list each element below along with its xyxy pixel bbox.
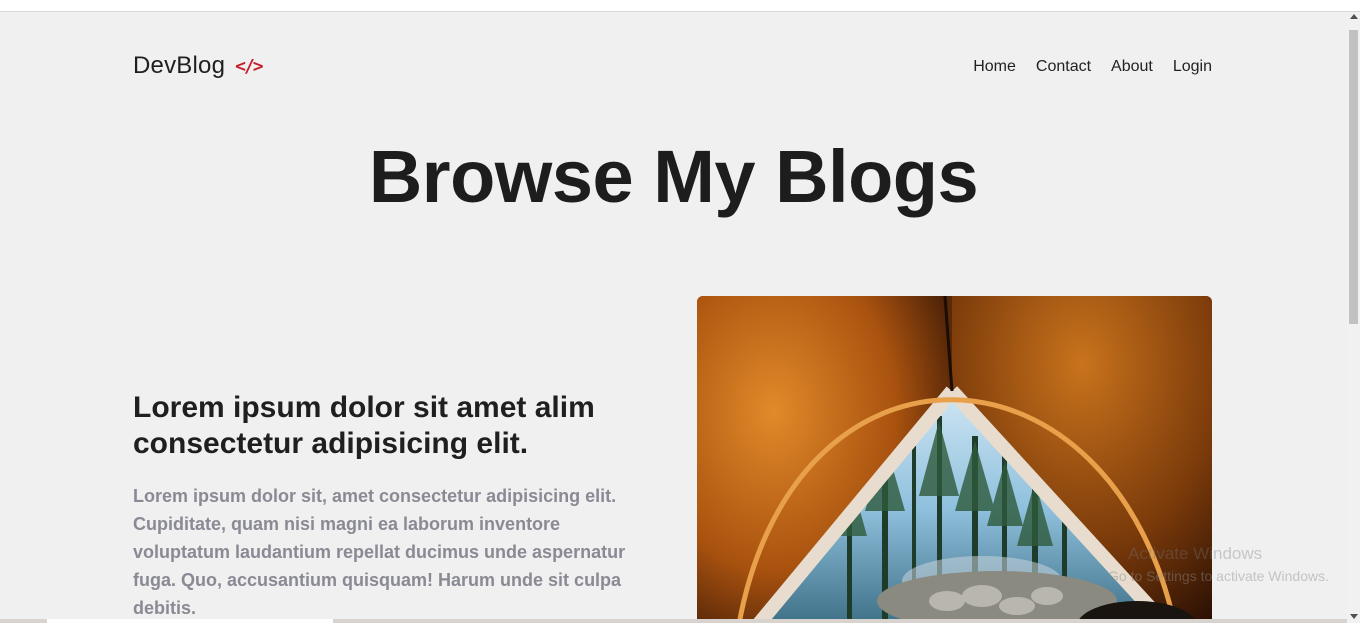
windows-watermark-subtitle: Go to Settings to activate Windows. xyxy=(1108,568,1329,584)
code-icon: </> xyxy=(235,55,263,77)
nav-contact[interactable]: Contact xyxy=(1036,58,1091,76)
windows-watermark-title: Activate Windows xyxy=(1128,544,1263,563)
scroll-down-arrow-icon[interactable] xyxy=(1350,614,1358,619)
vertical-scrollbar[interactable] xyxy=(1347,12,1360,623)
main-nav: Home Contact About Login xyxy=(973,58,1212,76)
browser-top-edge xyxy=(0,0,1360,12)
brand-logo[interactable]: DevBlog </> xyxy=(133,52,264,80)
bottom-strip xyxy=(0,619,1347,623)
post-title[interactable]: Lorem ipsum dolor sit amet alim consecte… xyxy=(133,390,653,462)
page: DevBlog </> Home Contact About Login Bro… xyxy=(0,12,1347,623)
post-excerpt: Lorem ipsum dolor sit, amet consectetur … xyxy=(133,486,626,618)
nav-login[interactable]: Login xyxy=(1173,58,1212,76)
nav-home[interactable]: Home xyxy=(973,58,1016,76)
nav-about[interactable]: About xyxy=(1111,58,1153,76)
brand-name: DevBlog xyxy=(133,52,226,79)
scroll-thumb[interactable] xyxy=(1349,30,1358,324)
scroll-up-arrow-icon[interactable] xyxy=(1350,14,1358,19)
page-title: Browse My Blogs xyxy=(368,135,979,218)
